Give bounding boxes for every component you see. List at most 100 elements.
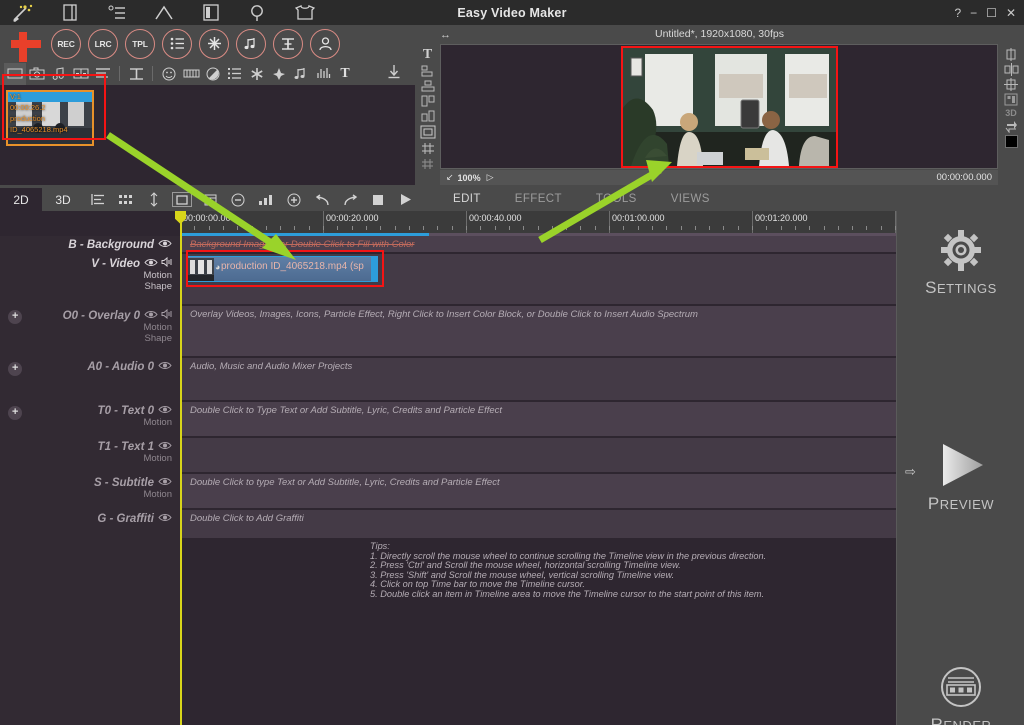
track-label-text1[interactable]: T1 - Text 1 Motion [0, 438, 180, 474]
track-lane-overlay0[interactable]: Overlay Videos, Images, Icons, Particle … [180, 306, 896, 356]
align-v-icon[interactable] [1004, 78, 1018, 91]
photo-icon[interactable] [26, 63, 48, 85]
render-button[interactable]: RENDER [897, 666, 1024, 725]
track-label-graffiti[interactable]: G - Graffiti [0, 510, 180, 540]
align-left-icon[interactable] [421, 65, 435, 77]
track-sub-video[interactable]: Motion [0, 270, 172, 281]
text-icon[interactable]: T [423, 47, 432, 62]
settings-button[interactable]: SETTINGS [897, 229, 1024, 298]
keyboard-icon[interactable] [180, 63, 202, 85]
align-bottom-icon[interactable] [421, 110, 435, 122]
emoji-icon[interactable] [125, 63, 147, 85]
magnifier-icon[interactable] [234, 0, 281, 25]
music-button[interactable] [236, 28, 266, 59]
fit-frame-icon[interactable] [420, 125, 436, 139]
list-settings-icon[interactable] [93, 0, 140, 25]
track-label-background[interactable]: B - Background [0, 236, 180, 254]
redo-icon[interactable] [336, 188, 364, 211]
effect-button[interactable] [199, 28, 229, 59]
timeline-ruler[interactable]: 00:00:00.000 00:00:20.000 00:00:40.000 0… [180, 211, 896, 233]
align-right-icon[interactable] [421, 95, 435, 107]
visibility-icon[interactable] [158, 361, 172, 370]
mask-icon[interactable] [202, 63, 224, 85]
grid-icon[interactable] [421, 142, 435, 155]
track-lane-text0[interactable]: Double Click to Type Text or Add Subtitl… [180, 402, 896, 436]
shirt-icon[interactable] [281, 0, 328, 25]
star-icon[interactable] [246, 63, 268, 85]
track-lane-subtitle[interactable]: Double Click to type Text or Add Subtitl… [180, 474, 896, 508]
color-swatch[interactable] [1004, 135, 1018, 148]
track-sub-video[interactable]: Shape [0, 281, 172, 292]
track-label-text0[interactable]: + T0 - Text 0 Motion [0, 402, 180, 438]
minimize-button[interactable]: − [970, 7, 977, 19]
audio-icon[interactable] [48, 63, 70, 85]
align-h-icon[interactable] [1004, 48, 1018, 61]
timeline-clip-video[interactable]: ◕ production ID_4065218.mp4 (sp [186, 256, 378, 282]
playhead[interactable] [175, 211, 186, 725]
transition-icon[interactable] [70, 63, 92, 85]
menu-tools[interactable]: TOOLS [579, 188, 654, 211]
play-button[interactable] [392, 188, 420, 211]
text-tool-icon[interactable] [92, 63, 114, 85]
align-center-icon[interactable] [421, 80, 435, 92]
visibility-icon[interactable] [158, 441, 172, 450]
visibility-icon[interactable] [158, 477, 172, 486]
grid-view-icon[interactable] [112, 188, 140, 211]
clip-audio-icon[interactable]: ◕ [215, 262, 220, 272]
track-label-audio0[interactable]: + A0 - Audio 0 [0, 358, 180, 402]
maximize-button[interactable]: ☐ [986, 7, 997, 19]
particle-icon[interactable] [268, 63, 290, 85]
align-tracks-icon[interactable] [84, 188, 112, 211]
text-button[interactable] [273, 28, 303, 59]
zoom-out-icon[interactable] [224, 188, 252, 211]
calendar-icon[interactable] [196, 188, 224, 211]
visibility-icon[interactable] [144, 310, 158, 319]
track-sub-overlay0[interactable]: Motion [0, 322, 172, 333]
smiley-icon[interactable] [158, 63, 180, 85]
download-icon[interactable] [387, 64, 401, 84]
vertical-resize-icon[interactable] [140, 188, 168, 211]
track-label-video[interactable]: V - Video Motion Shape [0, 254, 180, 306]
preview-button[interactable]: PREVIEW [897, 441, 1024, 514]
clip-trim-handle[interactable] [371, 257, 377, 281]
media-bin[interactable]: V:1 00:00:26.2 production ID_4065218.mp4 [0, 85, 415, 185]
tpl-button[interactable]: TPL [125, 28, 155, 59]
play-icon[interactable]: ▷ [487, 172, 494, 183]
rec-button[interactable]: REC [51, 28, 81, 59]
track-label-overlay0[interactable]: + O0 - Overlay 0 Motion Shape [0, 306, 180, 358]
audio-toggle-icon[interactable] [161, 308, 172, 320]
fit-selection-icon[interactable] [168, 188, 196, 211]
menu-edit[interactable]: EDIT [436, 188, 498, 211]
door-icon[interactable] [46, 0, 93, 25]
zoom-level-icon[interactable] [252, 188, 280, 211]
track-sub-text1[interactable]: Motion [0, 453, 172, 464]
expand-track-text0[interactable]: + [8, 406, 22, 420]
peak-icon[interactable] [140, 0, 187, 25]
tab-3d[interactable]: 3D [42, 188, 84, 211]
track-sub-text0[interactable]: Motion [0, 417, 172, 428]
audio-toggle-icon[interactable] [161, 256, 172, 268]
hash-icon[interactable] [421, 158, 434, 170]
lrc-button[interactable]: LRC [88, 28, 118, 59]
visibility-icon[interactable] [158, 513, 172, 522]
help-button[interactable]: ? [954, 7, 961, 19]
frame-icon[interactable] [1004, 93, 1018, 106]
tab-2d[interactable]: 2D [0, 188, 42, 211]
bigT-icon[interactable]: T [334, 63, 356, 85]
visibility-icon[interactable] [158, 405, 172, 414]
playlist-button[interactable] [162, 28, 192, 59]
track-lane-graffiti[interactable]: Double Click to Add Graffiti [180, 510, 896, 538]
expand-track-audio0[interactable]: + [8, 362, 22, 376]
expand-track-overlay0[interactable]: + [8, 310, 22, 324]
video-icon[interactable] [4, 62, 26, 85]
close-button[interactable]: ✕ [1006, 7, 1016, 19]
menu-effect[interactable]: EFFECT [498, 188, 579, 211]
track-label-subtitle[interactable]: S - Subtitle Motion [0, 474, 180, 510]
add-media-button[interactable] [8, 29, 44, 62]
preview-canvas[interactable] [440, 44, 998, 169]
zoom-in-icon[interactable] [280, 188, 308, 211]
visibility-icon[interactable] [144, 258, 158, 267]
split-panel-icon[interactable] [187, 0, 234, 25]
note-icon[interactable] [290, 63, 312, 85]
track-sub-overlay0[interactable]: Shape [0, 333, 172, 344]
